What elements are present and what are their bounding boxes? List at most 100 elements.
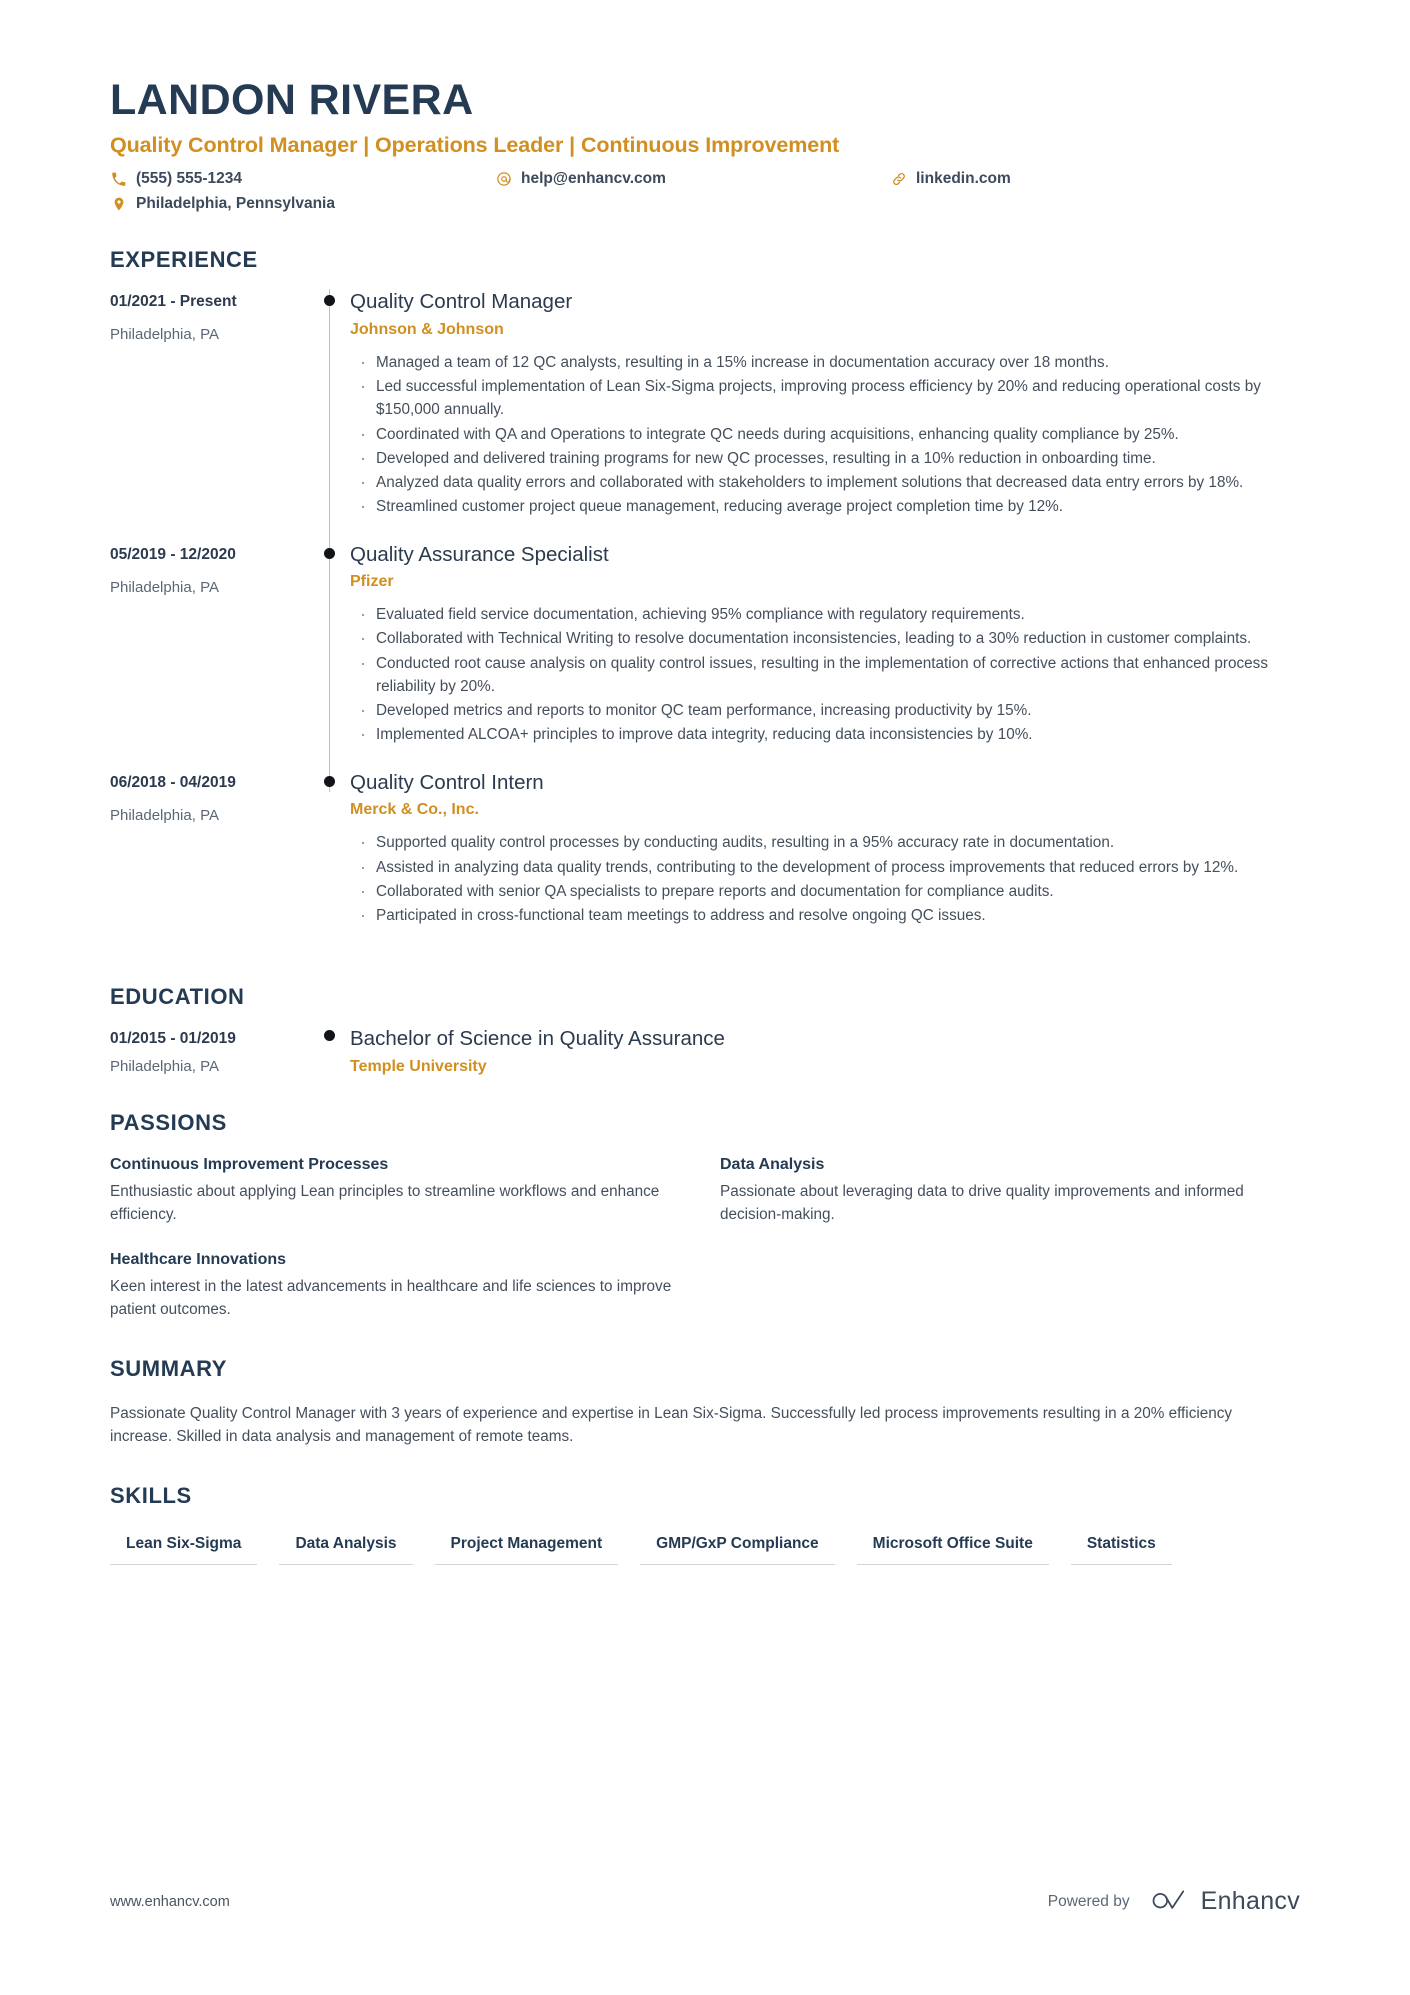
experience-entry-meta: 05/2019 - 12/2020 Philadelphia, PA xyxy=(110,542,310,770)
experience-bullet-list: Evaluated field service documentation, a… xyxy=(350,601,1300,749)
experience-bullet: Developed and delivered training program… xyxy=(350,445,1300,473)
experience-bullet: Conducted root cause analysis on quality… xyxy=(350,650,1300,699)
link-icon xyxy=(890,171,907,188)
experience-entry: 05/2019 - 12/2020 Philadelphia, PA Quali… xyxy=(110,541,1300,792)
skill-chip: Microsoft Office Suite xyxy=(856,1531,1049,1566)
passions-section: PASSIONS Continuous Improvement Processe… xyxy=(110,1110,1300,1322)
experience-bullet: Led successful implementation of Lean Si… xyxy=(350,373,1300,422)
experience-bullet: Streamlined customer project queue manag… xyxy=(350,493,1300,521)
contact-info: (555) 555-1234 help@enhancv.com linkedin… xyxy=(110,170,1300,213)
passion-description: Passionate about leveraging data to driv… xyxy=(720,1182,1244,1223)
education-entry-body: Bachelor of Science in Quality Assurance… xyxy=(350,1026,1300,1076)
experience-entry-body: Quality Control Manager Johnson & Johnso… xyxy=(350,289,1300,541)
email-icon xyxy=(495,171,512,188)
passion-item: Continuous Improvement Processes Enthusi… xyxy=(110,1156,690,1227)
skill-chip: GMP/GxP Compliance xyxy=(640,1531,835,1566)
timeline-rail xyxy=(310,1026,350,1076)
passion-title: Continuous Improvement Processes xyxy=(110,1155,389,1173)
skill-chip: Project Management xyxy=(434,1531,619,1566)
timeline-line xyxy=(329,541,331,792)
skills-section: SKILLS Lean Six-Sigma Data Analysis Proj… xyxy=(110,1483,1300,1566)
skill-chip: Lean Six-Sigma xyxy=(110,1531,258,1566)
experience-bullet: Managed a team of 12 QC analysts, result… xyxy=(350,349,1300,377)
passion-item: Healthcare Innovations Keen interest in … xyxy=(110,1251,690,1322)
timeline-rail xyxy=(310,289,350,564)
experience-entry-location: Philadelphia, PA xyxy=(110,326,219,344)
timeline-dot xyxy=(324,775,335,787)
education-entry-meta: 01/2015 - 01/2019 Philadelphia, PA xyxy=(110,1026,310,1076)
phone-icon xyxy=(110,171,127,188)
timeline-line xyxy=(329,289,331,564)
summary-section-title: SUMMARY xyxy=(110,1355,228,1381)
education-entry: 01/2015 - 01/2019 Philadelphia, PA Bache… xyxy=(110,1026,1300,1076)
experience-bullet-list: Supported quality control processes by c… xyxy=(350,829,1300,929)
experience-entry-location: Philadelphia, PA xyxy=(110,806,219,824)
education-entry-date: 01/2015 - 01/2019 xyxy=(110,1030,236,1048)
passion-title: Data Analysis xyxy=(720,1155,825,1173)
timeline-dot xyxy=(324,547,335,559)
passion-title: Healthcare Innovations xyxy=(110,1250,287,1268)
footer-branding: Powered by Enhancv xyxy=(1048,1886,1300,1917)
timeline-dot xyxy=(324,295,335,307)
experience-entry: 01/2021 - Present Philadelphia, PA Quali… xyxy=(110,289,1300,564)
passion-description: Enthusiastic about applying Lean princip… xyxy=(110,1182,660,1223)
experience-bullet: Evaluated field service documentation, a… xyxy=(350,601,1300,629)
education-degree: Bachelor of Science in Quality Assurance xyxy=(350,1027,725,1051)
location-pin-icon xyxy=(110,196,127,213)
passion-item: Data Analysis Passionate about leveragin… xyxy=(720,1156,1300,1227)
summary-text: Passionate Quality Control Manager with … xyxy=(110,1404,1233,1446)
experience-entry-date: 05/2019 - 12/2020 xyxy=(110,545,236,563)
experience-job-title: Quality Control Manager xyxy=(350,290,573,314)
experience-job-title: Quality Assurance Specialist xyxy=(350,542,609,566)
education-section: EDUCATION 01/2015 - 01/2019 Philadelphia… xyxy=(110,984,1300,1076)
contact-phone[interactable]: (555) 555-1234 xyxy=(110,170,495,188)
experience-entry-body: Quality Assurance Specialist Pfizer Eval… xyxy=(350,542,1300,770)
contact-email-value: help@enhancv.com xyxy=(521,170,666,188)
experience-entry-date: 01/2021 - Present xyxy=(110,293,237,311)
contact-linkedin-value: linkedin.com xyxy=(916,170,1011,188)
experience-entry-meta: 06/2018 - 04/2019 Philadelphia, PA xyxy=(110,770,310,951)
experience-bullet: Implemented ALCOA+ principles to improve… xyxy=(350,721,1300,749)
page-title: LANDON RIVERA xyxy=(110,76,474,124)
experience-bullet: Supported quality control processes by c… xyxy=(350,829,1300,857)
experience-company: Johnson & Johnson xyxy=(350,320,504,338)
experience-job-title: Quality Control Intern xyxy=(350,770,544,794)
contact-linkedin[interactable]: linkedin.com xyxy=(890,170,1300,188)
contact-email[interactable]: help@enhancv.com xyxy=(495,170,890,188)
experience-bullet: Assisted in analyzing data quality trend… xyxy=(350,853,1300,881)
experience-bullet-list: Managed a team of 12 QC analysts, result… xyxy=(350,349,1300,521)
passions-section-title: PASSIONS xyxy=(110,1109,227,1135)
timeline-rail xyxy=(310,770,350,951)
experience-entry-date: 06/2018 - 04/2019 xyxy=(110,773,236,791)
education-section-title: EDUCATION xyxy=(110,984,245,1010)
experience-company: Merck & Co., Inc. xyxy=(350,801,479,819)
skill-chip: Data Analysis xyxy=(279,1531,413,1566)
experience-company: Pfizer xyxy=(350,573,394,591)
experience-bullet: Collaborated with Technical Writing to r… xyxy=(350,625,1300,653)
enhancv-logo-icon xyxy=(1146,1886,1190,1917)
passions-grid: Continuous Improvement Processes Enthusi… xyxy=(110,1156,1300,1322)
summary-section: SUMMARY Passionate Quality Control Manag… xyxy=(110,1356,1300,1449)
timeline-dot xyxy=(324,1030,335,1042)
resume-footer: www.enhancv.com Powered by Enhancv xyxy=(110,1886,1300,1917)
contact-location-value: Philadelphia, Pennsylvania xyxy=(136,195,335,213)
skills-list: Lean Six-Sigma Data Analysis Project Man… xyxy=(110,1531,1220,1566)
experience-section-title: EXPERIENCE xyxy=(110,247,258,273)
education-school: Temple University xyxy=(350,1057,487,1075)
experience-section: EXPERIENCE 01/2021 - Present Philadelphi… xyxy=(110,247,1300,950)
enhancv-brand: Enhancv xyxy=(1146,1886,1300,1917)
experience-bullet: Coordinated with QA and Operations to in… xyxy=(350,420,1300,448)
education-entry-location: Philadelphia, PA xyxy=(110,1058,219,1076)
powered-by-label: Powered by xyxy=(1047,1892,1130,1910)
enhancv-brand-name: Enhancv xyxy=(1200,1887,1300,1915)
experience-entry-body: Quality Control Intern Merck & Co., Inc.… xyxy=(350,770,1300,951)
footer-website-url[interactable]: www.enhancv.com xyxy=(110,1894,230,1910)
skills-section-title: SKILLS xyxy=(110,1483,192,1509)
skill-chip: Statistics xyxy=(1070,1531,1172,1566)
experience-bullet: Collaborated with senior QA specialists … xyxy=(350,878,1300,906)
experience-bullet: Analyzed data quality errors and collabo… xyxy=(350,469,1300,497)
passion-description: Keen interest in the latest advancements… xyxy=(110,1277,672,1318)
experience-bullet: Developed metrics and reports to monitor… xyxy=(350,697,1300,725)
contact-phone-value: (555) 555-1234 xyxy=(136,170,242,188)
experience-entry: 06/2018 - 04/2019 Philadelphia, PA Quali… xyxy=(110,770,1300,951)
